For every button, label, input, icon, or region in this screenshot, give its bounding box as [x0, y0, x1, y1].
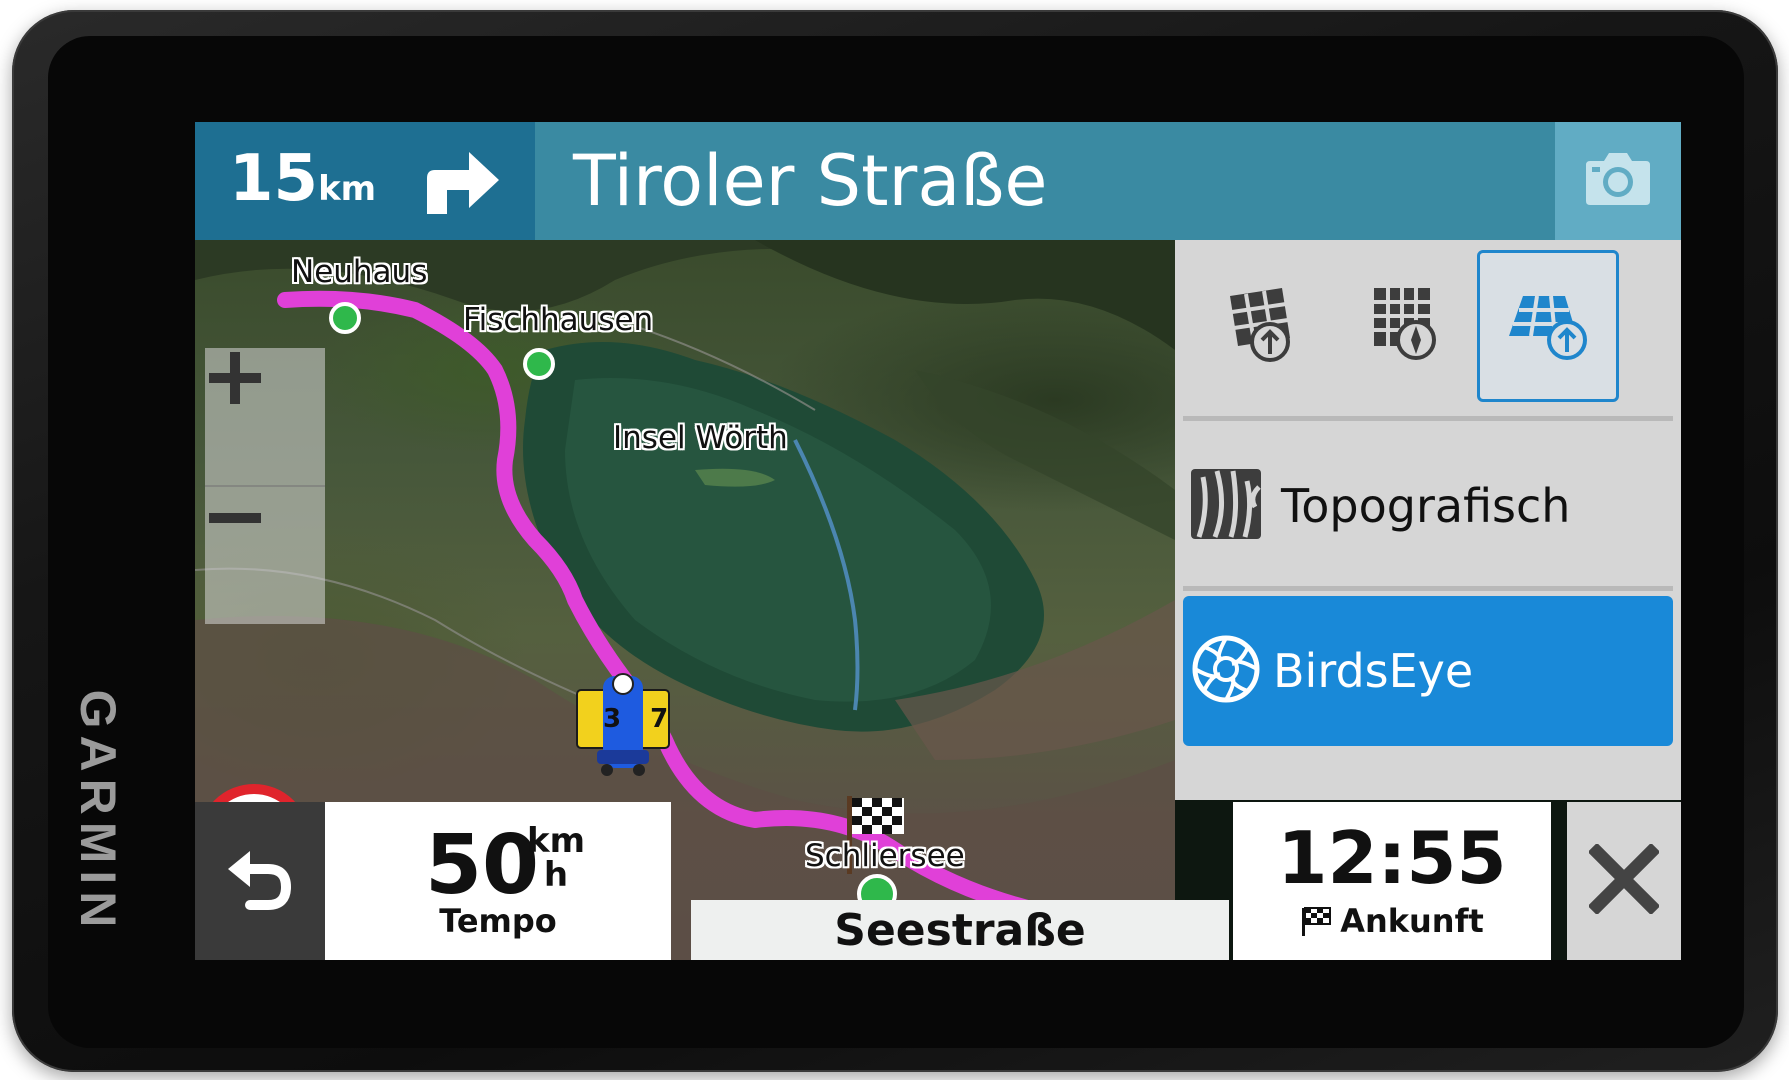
next-street-name: Tiroler Straße — [573, 140, 1048, 222]
vehicle-marker-text: 3 7 — [603, 704, 679, 734]
panel-divider — [1183, 416, 1673, 421]
arrival-time: 12:55 — [1277, 816, 1507, 900]
zoom-out-button[interactable] — [205, 488, 325, 624]
turn-right-arrow-icon — [417, 144, 503, 222]
zoom-in-button[interactable] — [205, 348, 325, 484]
map-track-up-icon — [1218, 282, 1302, 370]
speed-unit: km h — [527, 824, 585, 892]
map-north-up-icon — [1362, 282, 1446, 370]
arrival-time-field[interactable]: 12:55 Ankunft — [1233, 802, 1551, 960]
north-up-mode-button[interactable] — [1333, 250, 1475, 402]
brand-logo: GARMIN — [70, 689, 126, 935]
current-speed-field[interactable]: 50 km h Tempo — [325, 802, 671, 960]
back-button[interactable] — [195, 802, 325, 960]
birdseye-option[interactable]: BirdsEye — [1183, 596, 1673, 746]
distance-unit: km — [318, 169, 377, 209]
speed-label: Tempo — [439, 902, 557, 940]
birdseye-icon — [1191, 634, 1261, 708]
place-label: Neuhaus — [291, 254, 428, 290]
camera-icon — [1580, 149, 1656, 213]
waypoint-marker[interactable] — [329, 302, 361, 334]
place-label: Fischhausen — [463, 302, 654, 338]
current-road-name: Seestraße — [691, 900, 1229, 960]
map-options-panel: Topografisch BirdsEye — [1175, 240, 1681, 800]
map-3d-icon — [1503, 282, 1593, 370]
arrival-label-row: Ankunft — [1233, 902, 1551, 944]
checkered-flag-icon — [1300, 906, 1332, 944]
track-up-mode-button[interactable] — [1189, 250, 1331, 402]
place-label: Schliersee — [805, 838, 965, 874]
zoom-divider — [205, 485, 325, 487]
speed-unit-bottom: h — [543, 855, 569, 895]
distance-readout: 15km — [229, 142, 376, 216]
panel-divider — [1183, 586, 1673, 591]
speed-unit-top: km — [527, 821, 586, 861]
topo-icon — [1189, 467, 1263, 545]
topographic-option[interactable]: Topografisch — [1183, 426, 1673, 586]
next-street-banner[interactable]: Tiroler Straße — [535, 122, 1555, 240]
option-label: Topografisch — [1281, 479, 1571, 533]
waypoint-marker[interactable] — [523, 348, 555, 380]
camera-button[interactable] — [1555, 122, 1681, 240]
arrival-label: Ankunft — [1340, 902, 1484, 940]
distance-value: 15 — [229, 142, 319, 216]
back-arrow-icon — [220, 839, 300, 923]
speed-value: 50 — [425, 818, 540, 913]
3d-mode-button[interactable] — [1477, 250, 1619, 402]
next-turn-distance[interactable]: 15km — [195, 122, 535, 240]
option-label: BirdsEye — [1273, 644, 1474, 698]
screen: 15km Tiroler Straße Neuhaus Fischhausen … — [195, 122, 1681, 960]
place-label: Insel Wörth — [613, 420, 788, 456]
zoom-control — [205, 348, 325, 624]
close-icon — [1587, 842, 1661, 918]
close-button[interactable] — [1567, 802, 1681, 960]
